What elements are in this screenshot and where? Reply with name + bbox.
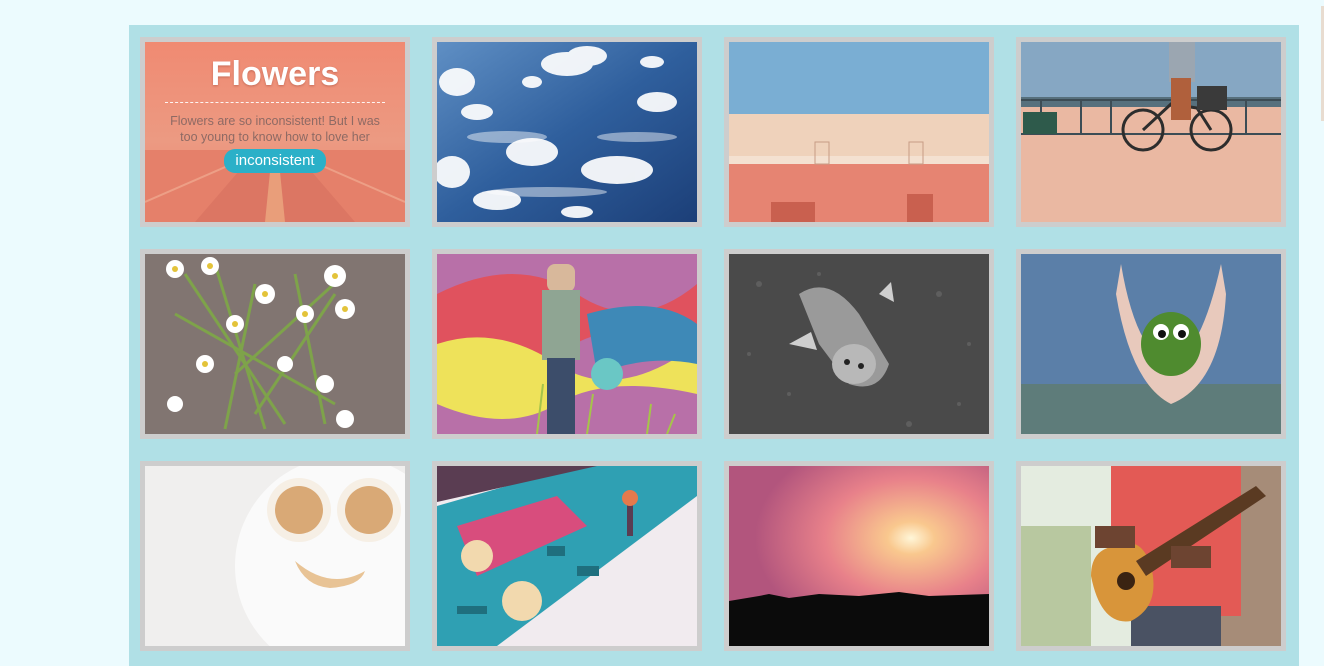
gallery-tile[interactable] [432, 249, 702, 439]
divider [165, 102, 385, 103]
graffiti-image [437, 254, 697, 434]
cat-image [729, 254, 989, 434]
photo-grid: Flowers Flowers are so inconsistent! But… [140, 37, 1286, 651]
gallery-panel: Flowers Flowers are so inconsistent! But… [129, 25, 1299, 666]
cyclist-image [1021, 42, 1281, 222]
gallery-tile[interactable] [1016, 37, 1286, 227]
arcade-image [437, 466, 697, 646]
gallery-tile-flowers[interactable]: Flowers Flowers are so inconsistent! But… [140, 37, 410, 227]
feature-title: Flowers [210, 55, 340, 93]
feature-description: Flowers are so inconsistent! But I was t… [170, 114, 380, 144]
gallery-tile[interactable] [432, 461, 702, 651]
feature-caption: Flowers Flowers are so inconsistent! But… [145, 42, 405, 222]
gallery-tile[interactable] [140, 249, 410, 439]
gallery-tile[interactable] [140, 461, 410, 651]
pancake-face-image [145, 466, 405, 646]
gallery-tile[interactable] [724, 461, 994, 651]
gallery-tile[interactable] [432, 37, 702, 227]
page: Flowers Flowers are so inconsistent! But… [0, 0, 1324, 666]
moss-hands-image [1021, 254, 1281, 434]
gallery-tile[interactable] [724, 249, 994, 439]
gallery-tile[interactable] [1016, 461, 1286, 651]
tag-button[interactable]: inconsistent [224, 149, 326, 173]
guitar-image [1021, 466, 1281, 646]
sky-clouds-image [437, 42, 697, 222]
gallery-tile[interactable] [1016, 249, 1286, 439]
gallery-tile[interactable] [724, 37, 994, 227]
sunset-image [729, 466, 989, 646]
daisies-image [145, 254, 405, 434]
wall-image [729, 42, 989, 222]
